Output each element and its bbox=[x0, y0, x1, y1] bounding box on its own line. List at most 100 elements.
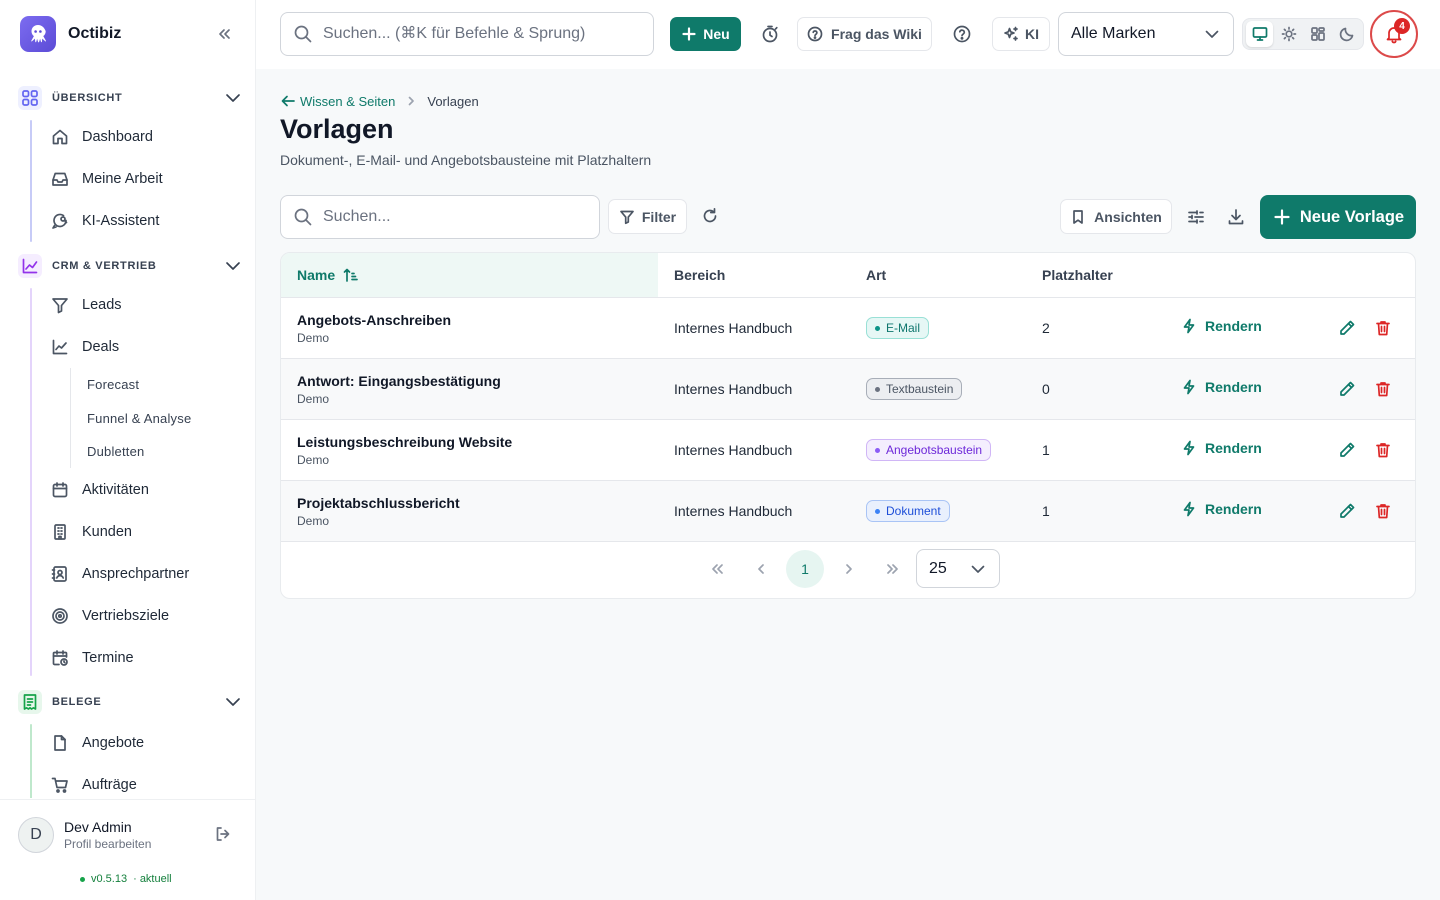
table-row[interactable]: Leistungsbeschreibung Website Demo Inter… bbox=[281, 420, 1415, 481]
template-tag: Demo bbox=[297, 331, 330, 345]
sidebar-subitem-dubletten[interactable]: Dubletten bbox=[87, 444, 144, 459]
page-button-current[interactable]: 1 bbox=[786, 550, 824, 588]
sidebar-item-kunden[interactable]: Kunden bbox=[50, 517, 240, 547]
ki-button[interactable]: KI bbox=[992, 17, 1050, 51]
section-belege[interactable]: BELEGE bbox=[18, 690, 242, 714]
first-page-icon[interactable] bbox=[698, 550, 736, 588]
monitor-icon[interactable] bbox=[1246, 21, 1273, 47]
pencil-icon[interactable] bbox=[1338, 380, 1356, 398]
column-header-name[interactable]: Name bbox=[297, 267, 359, 283]
pencil-icon[interactable] bbox=[1338, 441, 1356, 459]
placeholder-count: 1 bbox=[1042, 442, 1050, 458]
sidebar-item-ki-assistent[interactable]: KI-Assistent bbox=[50, 206, 240, 236]
page-size-select[interactable]: 25 bbox=[916, 549, 1000, 588]
table-row[interactable]: Antwort: Eingangsbestätigung Demo Intern… bbox=[281, 359, 1415, 420]
inbox-icon bbox=[50, 169, 70, 189]
table-row[interactable]: Projektabschlussbericht Demo Internes Ha… bbox=[281, 481, 1415, 542]
template-name[interactable]: Projektabschlussbericht bbox=[297, 495, 460, 511]
sun-icon[interactable] bbox=[1275, 21, 1302, 47]
template-name[interactable]: Leistungsbeschreibung Website bbox=[297, 434, 512, 450]
chevron-down-icon[interactable] bbox=[224, 89, 242, 107]
table-row[interactable]: Angebots-Anschreiben Demo Internes Handb… bbox=[281, 298, 1415, 359]
collapse-sidebar-icon[interactable] bbox=[212, 22, 236, 46]
sidebar-item-aktivitaeten[interactable]: Aktivitäten bbox=[50, 475, 240, 505]
badge-dot bbox=[875, 447, 880, 453]
sidebar-item-ansprechpartner[interactable]: Ansprechpartner bbox=[50, 559, 240, 589]
pencil-icon[interactable] bbox=[1338, 319, 1356, 337]
layout-grid-icon[interactable] bbox=[1304, 21, 1331, 47]
pagination: 1 25 bbox=[281, 542, 1415, 598]
table-search[interactable] bbox=[280, 195, 600, 239]
table-search-input[interactable] bbox=[323, 208, 583, 226]
brand-select[interactable]: Alle Marken bbox=[1058, 12, 1234, 56]
sidebar-item-label: Vertriebsziele bbox=[82, 608, 170, 624]
app-name: Octibiz bbox=[68, 25, 122, 42]
octopus-logo-icon[interactable] bbox=[20, 16, 56, 52]
bookmark-icon bbox=[1070, 209, 1086, 225]
render-button[interactable]: Rendern bbox=[1181, 501, 1262, 517]
sidebar-item-deals[interactable]: Deals bbox=[50, 332, 240, 362]
trash-icon[interactable] bbox=[1374, 380, 1392, 398]
logout-icon[interactable] bbox=[214, 825, 232, 843]
calendar-icon bbox=[50, 480, 70, 500]
sidebar-nav: ÜBERSICHT Dashboard Meine Arbeit KI-Assi… bbox=[0, 78, 256, 798]
global-search-input[interactable] bbox=[323, 25, 643, 43]
trash-icon[interactable] bbox=[1374, 502, 1392, 520]
template-name[interactable]: Antwort: Eingangsbestätigung bbox=[297, 373, 501, 389]
badge-label: Angebotsbaustein bbox=[886, 443, 983, 457]
funnel-icon bbox=[619, 209, 635, 225]
ask-wiki-label: Frag das Wiki bbox=[831, 26, 922, 42]
pencil-icon[interactable] bbox=[1338, 502, 1356, 520]
last-page-icon[interactable] bbox=[874, 550, 912, 588]
chart-line-icon bbox=[18, 254, 42, 278]
section-crm-vertrieb[interactable]: CRM & VERTRIEB bbox=[18, 254, 242, 278]
timer-icon[interactable] bbox=[758, 22, 782, 46]
trash-icon[interactable] bbox=[1374, 319, 1392, 337]
sidebar-item-dashboard[interactable]: Dashboard bbox=[50, 122, 240, 152]
prev-page-icon[interactable] bbox=[742, 550, 780, 588]
help-icon[interactable] bbox=[950, 22, 974, 46]
chevron-down-icon[interactable] bbox=[224, 693, 242, 711]
render-button[interactable]: Rendern bbox=[1181, 440, 1262, 456]
column-header-bereich[interactable]: Bereich bbox=[674, 267, 725, 283]
chat-search-icon bbox=[50, 211, 70, 231]
ask-wiki-button[interactable]: Frag das Wiki bbox=[797, 17, 932, 51]
sidebar-item-termine[interactable]: Termine bbox=[50, 643, 240, 673]
new-button[interactable]: Neu bbox=[670, 17, 741, 51]
sidebar-item-auftraege[interactable]: Aufträge bbox=[50, 770, 240, 798]
column-header-art[interactable]: Art bbox=[866, 267, 886, 283]
download-icon[interactable] bbox=[1226, 207, 1246, 227]
moon-icon[interactable] bbox=[1333, 21, 1360, 47]
global-search[interactable] bbox=[280, 12, 654, 56]
column-header-platzhalter[interactable]: Platzhalter bbox=[1042, 267, 1113, 283]
sidebar-subitem-forecast[interactable]: Forecast bbox=[87, 377, 139, 392]
render-button[interactable]: Rendern bbox=[1181, 379, 1262, 395]
sliders-icon[interactable] bbox=[1186, 207, 1206, 227]
next-page-icon[interactable] bbox=[830, 550, 868, 588]
template-name[interactable]: Angebots-Anschreiben bbox=[297, 312, 451, 328]
edit-profile-link[interactable]: Profil bearbeiten bbox=[64, 837, 151, 851]
sidebar-item-angebote[interactable]: Angebote bbox=[50, 728, 240, 758]
render-label: Rendern bbox=[1205, 440, 1262, 456]
filter-label: Filter bbox=[641, 208, 677, 225]
filter-button[interactable]: Filter bbox=[608, 199, 687, 234]
sidebar-subitem-funnel-analyse[interactable]: Funnel & Analyse bbox=[87, 411, 191, 426]
sidebar-item-leads[interactable]: Leads bbox=[50, 290, 240, 320]
section-uebersicht[interactable]: ÜBERSICHT bbox=[18, 86, 242, 110]
avatar[interactable]: D bbox=[18, 817, 54, 853]
new-template-button[interactable]: Neue Vorlage bbox=[1260, 195, 1416, 239]
chevron-down-icon[interactable] bbox=[224, 257, 242, 275]
sidebar-item-vertriebsziele[interactable]: Vertriebsziele bbox=[50, 601, 240, 631]
render-button[interactable]: Rendern bbox=[1181, 318, 1262, 334]
brand: Octibiz bbox=[20, 16, 236, 52]
notifications-button[interactable] bbox=[1370, 10, 1418, 58]
refresh-icon[interactable] bbox=[700, 206, 720, 226]
lightning-icon bbox=[1181, 318, 1197, 334]
trash-icon[interactable] bbox=[1374, 441, 1392, 459]
views-button[interactable]: Ansichten bbox=[1060, 199, 1172, 234]
sidebar: Octibiz ÜBERSICHT Dashboard Meine Arbeit… bbox=[0, 0, 256, 900]
sort-ascending-icon[interactable] bbox=[343, 267, 359, 283]
breadcrumb-back-link[interactable]: Wissen & Seiten bbox=[280, 93, 395, 109]
column-label: Platzhalter bbox=[1042, 267, 1113, 283]
sidebar-item-meine-arbeit[interactable]: Meine Arbeit bbox=[50, 164, 240, 194]
